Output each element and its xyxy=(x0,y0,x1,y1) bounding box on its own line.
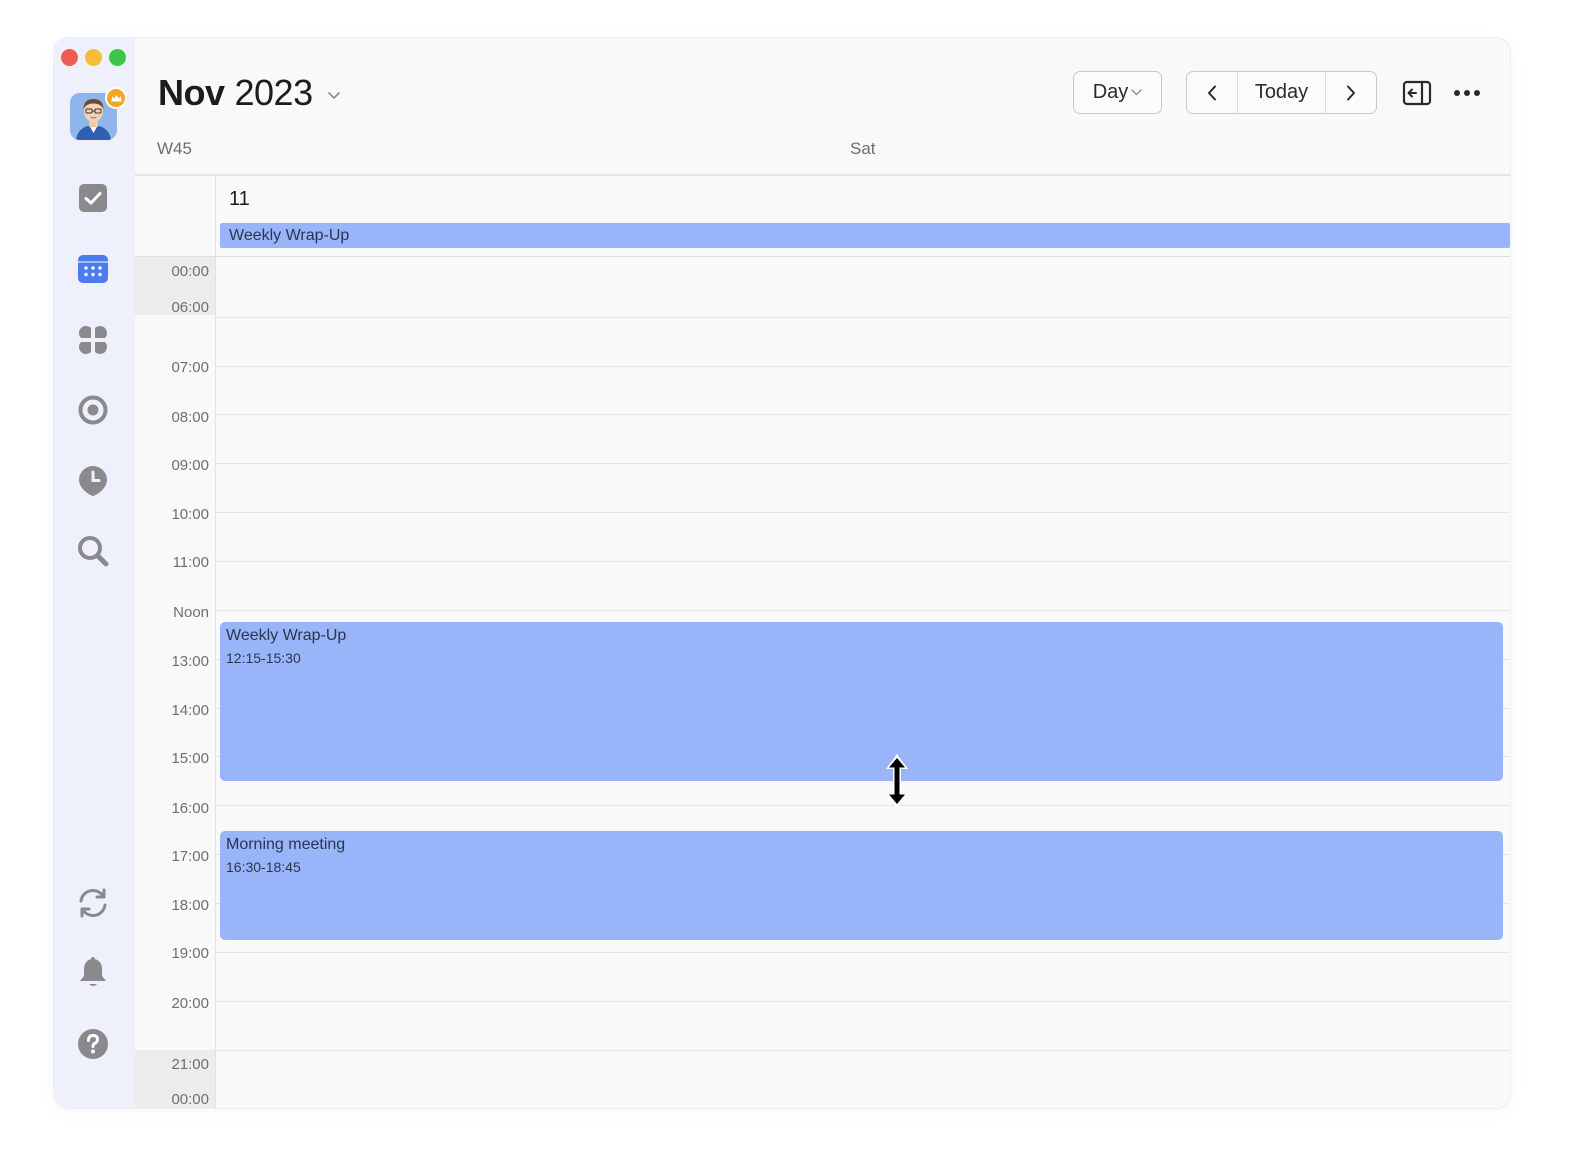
hour-label: 16:00 xyxy=(171,800,209,817)
title-month: Nov xyxy=(158,72,225,113)
hour-label: 08:00 xyxy=(171,409,209,426)
help-icon[interactable] xyxy=(76,1027,110,1061)
resize-cursor-icon xyxy=(886,754,908,808)
bell-icon[interactable] xyxy=(76,956,110,990)
event-title: Morning meeting xyxy=(226,836,346,853)
view-mode-label: Day xyxy=(1092,81,1129,103)
all-day-event[interactable]: Weekly Wrap-Up xyxy=(220,223,1510,248)
event-time: 16:30-18:45 xyxy=(226,859,301,875)
chevron-left-icon xyxy=(1208,85,1216,100)
close-window-button[interactable] xyxy=(61,49,78,66)
hour-label: 07:00 xyxy=(171,359,209,376)
hour-label: 19:00 xyxy=(171,945,209,962)
hour-label: 00:00 xyxy=(171,1091,209,1108)
more-options-button[interactable] xyxy=(1452,81,1484,105)
view-mode-dropdown[interactable]: Day xyxy=(1073,71,1162,114)
next-day-button[interactable] xyxy=(1326,72,1376,113)
hour-gridline xyxy=(216,1050,1510,1051)
previous-day-button[interactable] xyxy=(1187,72,1237,113)
minimize-window-button[interactable] xyxy=(85,49,102,66)
hour-gridline xyxy=(216,317,1510,318)
hour-gridline xyxy=(216,1001,1510,1002)
chevron-down-icon xyxy=(1131,89,1142,96)
hour-label: 18:00 xyxy=(171,897,209,914)
hour-label: 09:00 xyxy=(171,457,209,474)
hour-gridline xyxy=(216,512,1510,513)
hour-label: 15:00 xyxy=(171,750,209,767)
hour-label: 21:00 xyxy=(171,1056,209,1073)
chevron-right-icon xyxy=(1347,85,1355,100)
premium-crown-icon xyxy=(105,87,127,109)
hour-label: 06:00 xyxy=(171,299,209,316)
more-icon xyxy=(1454,90,1480,96)
sidebar xyxy=(54,38,135,1108)
chevron-down-icon[interactable] xyxy=(327,91,341,100)
sidebar-panel-icon xyxy=(1402,80,1432,106)
hour-gridline xyxy=(216,952,1510,953)
title-year: 2023 xyxy=(234,72,314,113)
calendar-icon[interactable] xyxy=(76,252,110,286)
hour-label: 20:00 xyxy=(171,995,209,1012)
search-icon[interactable] xyxy=(76,534,110,568)
calendar-event[interactable]: Morning meeting 16:30-18:45 xyxy=(220,831,1503,940)
hour-label: 10:00 xyxy=(171,506,209,523)
today-button[interactable]: Today xyxy=(1237,72,1326,113)
hour-label: 11:00 xyxy=(172,554,209,571)
hour-gridline xyxy=(216,610,1510,611)
date-navigation: Today xyxy=(1186,71,1377,114)
hour-label: 14:00 xyxy=(171,702,209,719)
calendar-main: Nov 2023 Day Today W45 Sat 11 Weekly Wra… xyxy=(135,38,1510,1108)
focus-icon[interactable] xyxy=(76,393,110,427)
all-day-divider xyxy=(135,256,1510,257)
weekday-label: Sat xyxy=(850,139,876,158)
hour-gridline xyxy=(216,805,1510,806)
hour-gridline xyxy=(216,463,1510,464)
hour-gridline xyxy=(216,561,1510,562)
hour-label: 13:00 xyxy=(171,653,209,670)
toggle-sidebar-panel-button[interactable] xyxy=(1402,78,1432,108)
hour-gridline xyxy=(216,366,1510,367)
week-number: W45 xyxy=(157,139,192,158)
time-gutter-divider xyxy=(215,175,216,1108)
event-time: 12:15-15:30 xyxy=(226,650,301,666)
apps-icon[interactable] xyxy=(76,323,110,357)
app-window: Nov 2023 Day Today W45 Sat 11 Weekly Wra… xyxy=(54,38,1510,1108)
timeline-icon[interactable] xyxy=(76,464,110,498)
date-number: 11 xyxy=(229,188,250,210)
page-title[interactable]: Nov 2023 xyxy=(158,72,341,114)
hour-gridline xyxy=(216,414,1510,415)
hour-label: 17:00 xyxy=(171,848,209,865)
event-title: Weekly Wrap-Up xyxy=(226,627,347,644)
sync-icon[interactable] xyxy=(76,886,110,920)
hour-label: 00:00 xyxy=(171,263,209,280)
header-divider xyxy=(135,174,1510,176)
calendar-event[interactable]: Weekly Wrap-Up 12:15-15:30 xyxy=(220,622,1503,781)
zoom-window-button[interactable] xyxy=(109,49,126,66)
hour-label: Noon xyxy=(173,604,209,621)
tasks-icon[interactable] xyxy=(76,181,110,215)
